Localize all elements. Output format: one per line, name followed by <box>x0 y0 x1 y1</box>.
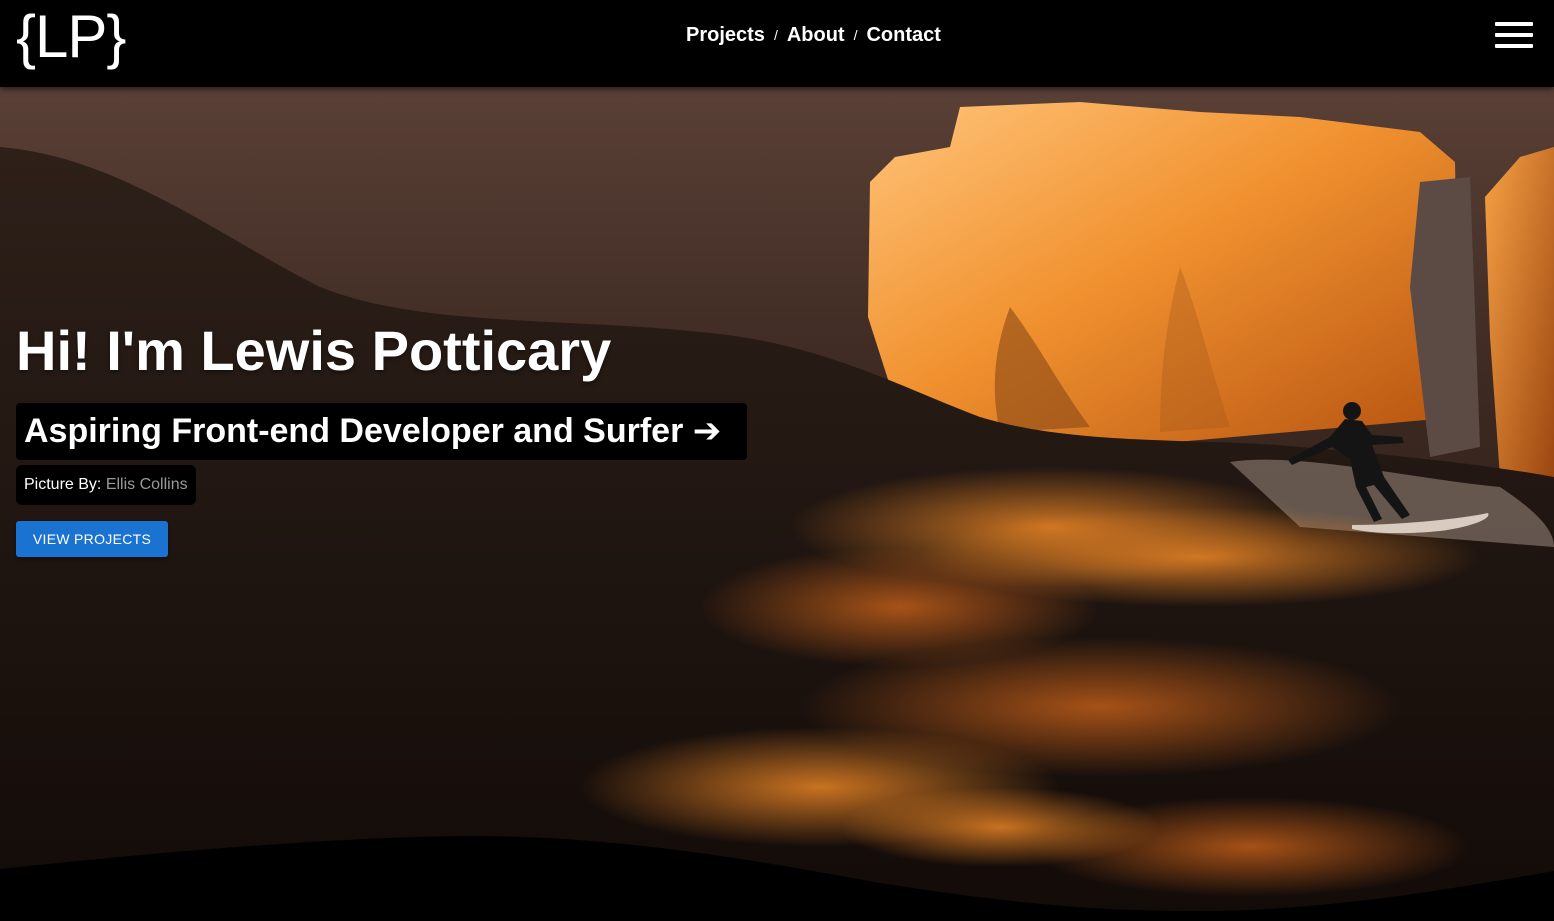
photo-credit-link[interactable]: Ellis Collins <box>106 476 188 493</box>
main-nav: Projects / About / Contact <box>686 22 941 48</box>
bottom-wave-divider <box>0 836 1554 921</box>
hero-background-image <box>0 87 1554 921</box>
nav-link-projects[interactable]: Projects <box>686 24 765 47</box>
hamburger-menu-icon[interactable] <box>1495 22 1533 48</box>
nav-link-about[interactable]: About <box>787 24 845 47</box>
hero-subtitle[interactable]: Aspiring Front-end Developer and Surfer … <box>16 403 747 460</box>
navbar: {LP} Projects / About / Contact <box>0 0 1554 87</box>
nav-link-contact[interactable]: Contact <box>866 24 940 47</box>
nav-separator: / <box>853 27 858 43</box>
page: {LP} Projects / About / Contact Hi! I'm … <box>0 0 1554 921</box>
view-projects-button[interactable]: VIEW PROJECTS <box>16 521 168 557</box>
site-logo[interactable]: {LP} <box>16 2 126 72</box>
hero-title: Hi! I'm Lewis Potticary <box>16 319 612 382</box>
hero-section: Hi! I'm Lewis Potticary Aspiring Front-e… <box>0 87 1554 921</box>
photo-credit-label: Picture By: <box>24 476 102 493</box>
photo-credit: Picture By: Ellis Collins <box>16 465 196 505</box>
nav-separator: / <box>773 27 778 43</box>
